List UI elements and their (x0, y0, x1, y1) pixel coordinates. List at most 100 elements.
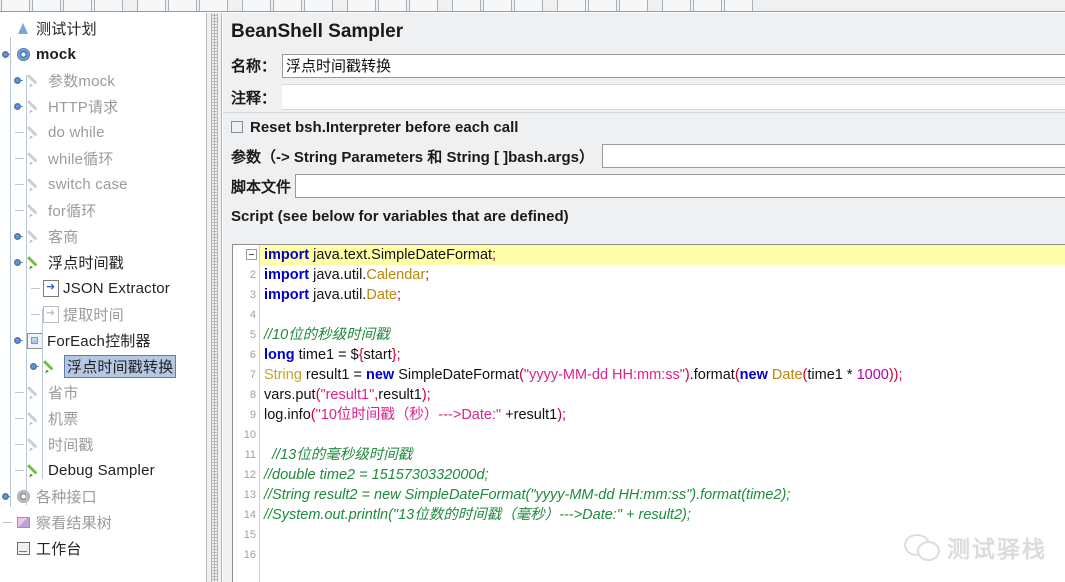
tree-item-3[interactable]: HTTP请求 (0, 93, 205, 119)
test-plan-tree-panel[interactable]: 测试计划 mock 参数mock HTTP请求 do while while循环 switc… (0, 13, 205, 582)
tree-item-16[interactable]: 时间戳 (0, 431, 205, 457)
toolbar-button[interactable] (378, 0, 407, 11)
tree-item-10[interactable]: JSON Extractor (0, 275, 205, 301)
toolbar-button[interactable] (242, 0, 271, 11)
code-area[interactable]: import java.text.SimpleDateFormat; import… (260, 245, 1065, 582)
code-fold-toggle[interactable] (246, 249, 257, 260)
toolbar-button[interactable] (693, 0, 722, 11)
code-line[interactable] (260, 305, 1065, 325)
tree-item-11[interactable]: 提取时间 (0, 301, 205, 327)
code-line[interactable]: log.info("10位时间戳（秒）--->Date:" +result1); (260, 405, 1065, 425)
toolbar-button[interactable] (94, 0, 123, 11)
tree-item-13[interactable]: 浮点时间戳转换 (0, 353, 205, 379)
code-line[interactable]: //10位的秒级时间戳 (260, 325, 1065, 345)
parameters-input[interactable] (602, 144, 1065, 168)
tree-item-17[interactable]: Debug Sampler (0, 457, 205, 483)
code-line[interactable]: //System.out.println("13位数的时间戳（毫秒）--->Da… (260, 505, 1065, 525)
toolbar-button[interactable] (662, 0, 691, 11)
toolbar-button[interactable] (304, 0, 333, 11)
workbench-icon (15, 540, 32, 557)
line-number: 12 (243, 469, 256, 481)
tree-item-7[interactable]: for循环 (0, 197, 205, 223)
comment-input[interactable] (282, 84, 1065, 110)
toolbar-separator (230, 10, 240, 11)
toolbar-separator (125, 10, 135, 11)
code-line[interactable]: String result1 = new SimpleDateFormat("y… (260, 365, 1065, 385)
toolbar-button[interactable] (273, 0, 302, 11)
line-number: 5 (249, 329, 256, 341)
tree-item-8[interactable]: 客商 (0, 223, 205, 249)
script-editor[interactable]: 12345678910111213141516 import java.text… (232, 244, 1065, 582)
tree-item-4[interactable]: do while (0, 119, 205, 145)
tree-item-label: JSON Extractor (63, 279, 170, 297)
tree-expand-handle-icon[interactable] (14, 75, 25, 86)
tree-item-18[interactable]: 各种接口 (0, 483, 205, 509)
toolbar-button[interactable] (63, 0, 92, 11)
tree-expand-handle-icon[interactable] (30, 361, 41, 372)
tree-item-0[interactable]: 测试计划 (0, 15, 205, 41)
toolbar-button[interactable] (409, 0, 438, 11)
split-divider-grip[interactable] (211, 13, 218, 582)
tree-expand-handle-icon[interactable] (14, 335, 25, 346)
toolbar-button[interactable] (32, 0, 61, 11)
toolbar-button[interactable] (619, 0, 648, 11)
toolbar-button[interactable] (199, 0, 228, 11)
code-line[interactable] (260, 545, 1065, 565)
tree-item-2[interactable]: 参数mock (0, 67, 205, 93)
tree-item-label: Debug Sampler (48, 461, 155, 479)
code-line[interactable] (260, 525, 1065, 545)
tree-expand-handle-icon[interactable] (2, 491, 13, 502)
toolbar-button[interactable] (168, 0, 197, 11)
toolbar-button[interactable] (588, 0, 617, 11)
tree-branch-icon (30, 309, 41, 320)
code-line[interactable]: //13位的毫秒级时间戳 (260, 445, 1065, 465)
tree-expand-handle-icon[interactable] (14, 257, 25, 268)
tree-item-20[interactable]: 工作台 (0, 535, 205, 561)
toolbar-button[interactable] (557, 0, 586, 11)
code-line[interactable]: long time1 = ${start}; (260, 345, 1065, 365)
toolbar-button[interactable] (724, 0, 753, 11)
tree-item-6[interactable]: switch case (0, 171, 205, 197)
tree-item-14[interactable]: 省市 (0, 379, 205, 405)
sampler-icon-green (27, 254, 44, 271)
test-plan-tree[interactable]: 测试计划 mock 参数mock HTTP请求 do while while循环 switc… (0, 13, 205, 561)
tree-expand-handle-icon[interactable] (14, 101, 25, 112)
toolbar-button[interactable] (452, 0, 481, 11)
tree-item-5[interactable]: while循环 (0, 145, 205, 171)
tree-item-label: 参数mock (48, 72, 116, 90)
code-line[interactable]: import java.text.SimpleDateFormat; (260, 245, 1065, 265)
code-line[interactable]: //double time2 = 1515730332000d; (260, 465, 1065, 485)
code-line[interactable]: import java.util.Date; (260, 285, 1065, 305)
tree-branch-icon (14, 439, 25, 450)
line-number: 13 (243, 489, 256, 501)
reset-interpreter-checkbox[interactable] (231, 121, 243, 133)
tree-item-15[interactable]: 机票 (0, 405, 205, 431)
toolbar-separator (650, 10, 660, 11)
script-file-input[interactable] (295, 174, 1065, 198)
tree-item-label: 察看结果树 (36, 514, 113, 532)
toolbar-button[interactable] (514, 0, 543, 11)
tree-item-9[interactable]: 浮点时间戳 (0, 249, 205, 275)
code-line[interactable]: //String result2 = new SimpleDateFormat(… (260, 485, 1065, 505)
name-input[interactable] (282, 53, 1065, 78)
tree-item-1[interactable]: mock (0, 41, 205, 67)
toolbar-button[interactable] (483, 0, 512, 11)
toolbar-separator (545, 10, 555, 11)
code-line[interactable]: vars.put("result1",result1); (260, 385, 1065, 405)
code-line[interactable] (260, 425, 1065, 445)
split-divider[interactable] (206, 13, 222, 582)
tree-expand-handle-icon[interactable] (2, 49, 13, 60)
sampler-icon (27, 150, 44, 167)
toolbar-button[interactable] (347, 0, 376, 11)
tree-item-12[interactable]: ForEach控制器 (0, 327, 205, 353)
toolbar-button[interactable] (137, 0, 166, 11)
tree-item-label: switch case (48, 175, 128, 193)
code-line[interactable]: import java.util.Calendar; (260, 265, 1065, 285)
comment-label: 注释： (231, 89, 277, 107)
toolbar-button[interactable] (1, 0, 30, 11)
tree-item-19[interactable]: 察看结果树 (0, 509, 205, 535)
tree-expand-handle-icon[interactable] (14, 231, 25, 242)
tree-branch-icon (14, 387, 25, 398)
reset-interpreter-row[interactable]: Reset bsh.Interpreter before each call (223, 112, 1065, 141)
tree-item-label: 各种接口 (36, 488, 97, 506)
